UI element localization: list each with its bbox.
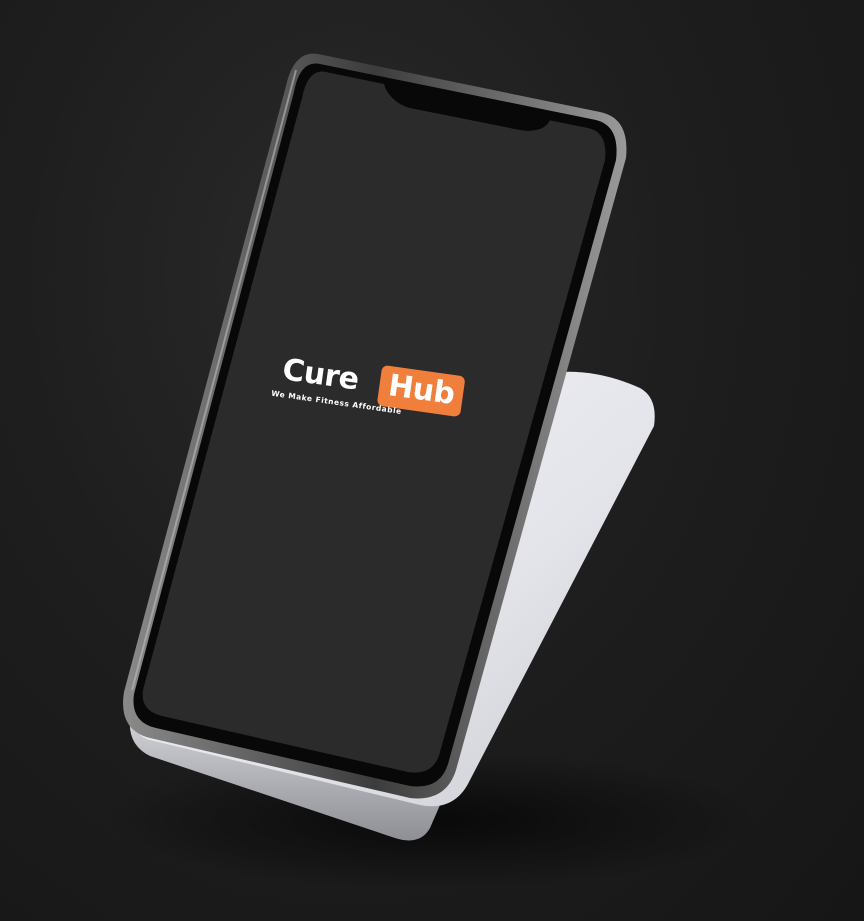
product-photo-scene: Cure Hub We Make Fitness Affordable <box>0 0 864 921</box>
brand-name-cure: Cure <box>280 352 361 398</box>
